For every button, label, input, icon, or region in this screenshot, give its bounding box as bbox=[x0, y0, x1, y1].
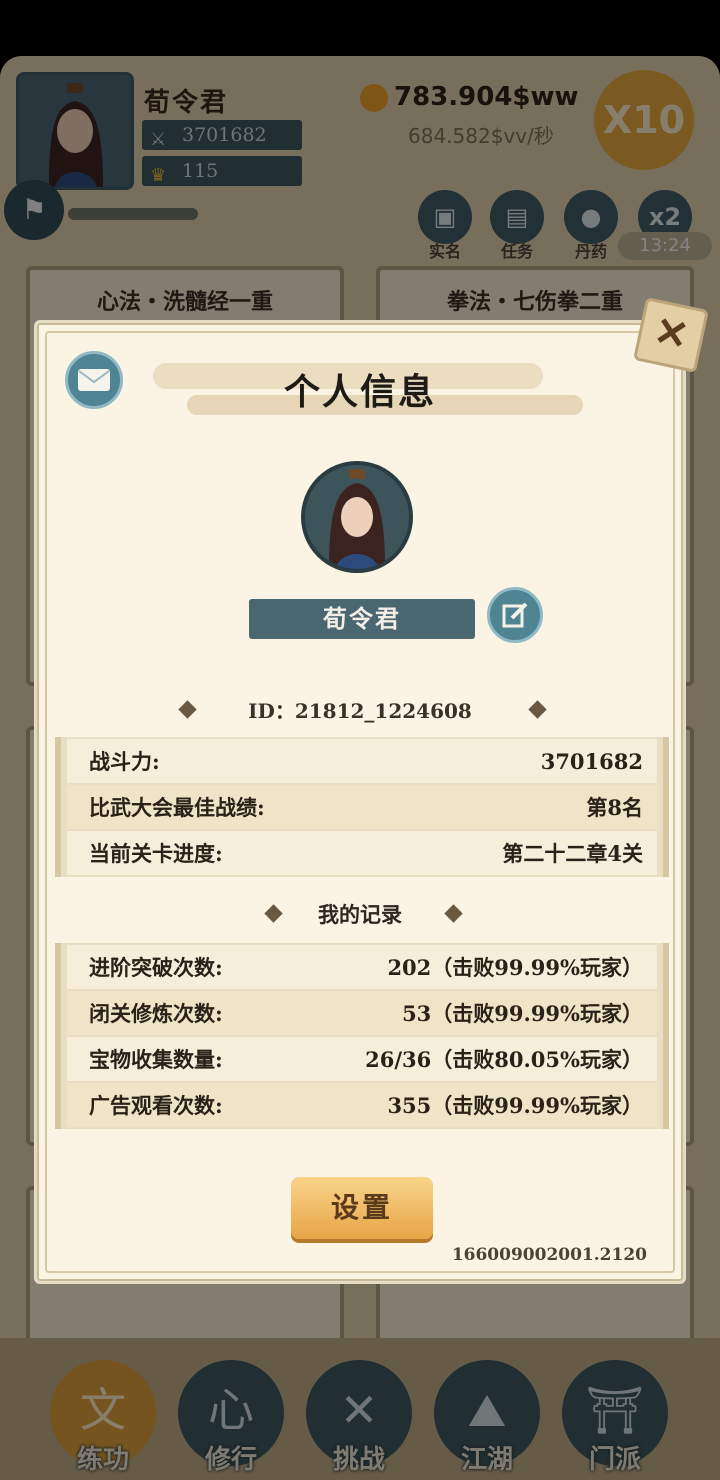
record-row-breakthrough: 进阶突破次数: 202（击败99.99%玩家） bbox=[67, 945, 657, 989]
stat-value: 第二十二章4关 bbox=[502, 841, 643, 866]
profile-avatar bbox=[301, 461, 413, 573]
stat-row-progress: 当前关卡进度: 第二十二章4关 bbox=[67, 831, 657, 875]
record-label: 宝物收集数量: bbox=[89, 1047, 223, 1072]
edit-name-button[interactable] bbox=[487, 587, 543, 643]
stat-value: 3701682 bbox=[540, 748, 643, 774]
edit-icon bbox=[502, 602, 528, 628]
record-row-treasure: 宝物收集数量: 26/36（击败80.05%玩家） bbox=[67, 1037, 657, 1081]
stat-value: 第8名 bbox=[586, 795, 643, 820]
stat-label: 战斗力: bbox=[89, 749, 160, 774]
records-title: 我的记录 bbox=[318, 902, 402, 927]
profile-name: 荀令君 bbox=[249, 599, 475, 639]
records-table: 进阶突破次数: 202（击败99.99%玩家） 闭关修炼次数: 53（击败99.… bbox=[55, 943, 669, 1129]
record-value: 26/36（击败80.05%玩家） bbox=[365, 1047, 643, 1072]
profile-modal: 个人信息 ✕ 荀令君 ID：21812_1224608 战斗力: 3701682 bbox=[34, 297, 709, 1284]
record-label: 广告观看次数: bbox=[89, 1093, 223, 1118]
stat-label: 比武大会最佳战绩: bbox=[89, 795, 265, 820]
character-avatar-icon bbox=[305, 465, 409, 569]
record-row-seclusion: 闭关修炼次数: 53（击败99.99%玩家） bbox=[67, 991, 657, 1035]
version-number: 166009002001.2120 bbox=[451, 1245, 647, 1265]
record-label: 进阶突破次数: bbox=[89, 955, 223, 980]
mail-button[interactable] bbox=[65, 351, 123, 409]
record-row-ads: 广告观看次数: 355（击败99.99%玩家） bbox=[67, 1083, 657, 1127]
modal-title: 个人信息 bbox=[283, 371, 436, 413]
player-id: ID：21812_1224608 bbox=[248, 699, 472, 723]
close-button[interactable]: ✕ bbox=[633, 297, 709, 373]
record-value: 53（击败99.99%玩家） bbox=[402, 1001, 643, 1026]
stats-table: 战斗力: 3701682 比武大会最佳战绩: 第8名 当前关卡进度: 第二十二章… bbox=[55, 737, 669, 877]
envelope-icon bbox=[78, 369, 110, 391]
record-value: 202（击败99.99%玩家） bbox=[387, 955, 643, 980]
settings-button[interactable]: 设置 bbox=[291, 1177, 433, 1239]
stat-row-tournament: 比武大会最佳战绩: 第8名 bbox=[67, 785, 657, 829]
stat-row-combat: 战斗力: 3701682 bbox=[67, 739, 657, 783]
record-label: 闭关修炼次数: bbox=[89, 1001, 223, 1026]
stat-label: 当前关卡进度: bbox=[89, 841, 223, 866]
record-value: 355（击败99.99%玩家） bbox=[387, 1093, 643, 1118]
close-icon: ✕ bbox=[650, 307, 693, 361]
